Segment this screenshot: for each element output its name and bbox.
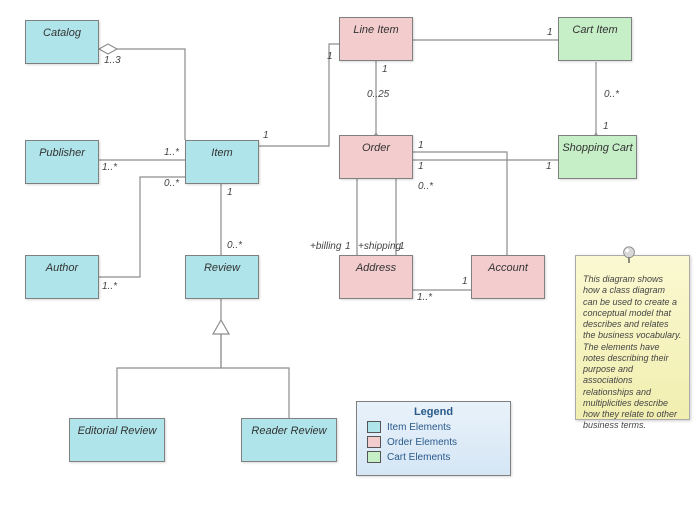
class-label: Shopping Cart — [562, 142, 632, 154]
mult-author: 1..* — [102, 281, 117, 292]
class-label: Order — [362, 142, 390, 154]
mult-order-lineitem: 1 — [382, 64, 388, 75]
mult-item-review-top: 1 — [227, 187, 233, 198]
class-label: Author — [46, 262, 78, 274]
mult-item-review-bottom: 0..* — [227, 240, 242, 251]
mult-item-lineitem-left: 1 — [263, 130, 269, 141]
class-label: Account — [488, 262, 528, 274]
mult-order-billing: 1 — [345, 241, 351, 252]
mult-order-account-left: 1 — [418, 140, 424, 151]
legend-row-order: Order Elements — [357, 436, 510, 448]
class-reader-review[interactable]: Reader Review — [241, 418, 337, 462]
class-account[interactable]: Account — [471, 255, 545, 299]
mult-order-cart-left: 1 — [418, 161, 424, 172]
class-label: Editorial Review — [78, 425, 157, 437]
class-author[interactable]: Author — [25, 255, 99, 299]
mult-catalog-item: 1..3 — [104, 55, 121, 66]
note-sticky[interactable]: This diagram shows how a class diagram c… — [575, 255, 690, 420]
legend-label: Cart Elements — [387, 452, 450, 463]
class-line-item[interactable]: Line Item — [339, 17, 413, 61]
class-editorial-review[interactable]: Editorial Review — [69, 418, 165, 462]
mult-lineitem-order: 0..25 — [367, 89, 389, 100]
mult-order-cart-right: 1 — [546, 161, 552, 172]
class-label: Line Item — [353, 24, 398, 36]
legend-swatch-order — [367, 436, 381, 448]
class-order[interactable]: Order — [339, 135, 413, 179]
legend-swatch-item — [367, 421, 381, 433]
class-label: Cart Item — [572, 24, 617, 36]
mult-lineitem-item-right: 1 — [327, 51, 333, 62]
class-label: Reader Review — [251, 425, 326, 437]
class-item[interactable]: Item — [185, 140, 259, 184]
mult-item-author: 0..* — [164, 178, 179, 189]
class-label: Publisher — [39, 147, 85, 159]
mult-publisher: 1..* — [102, 162, 117, 173]
legend-label: Order Elements — [387, 437, 457, 448]
legend-label: Item Elements — [387, 422, 451, 433]
mult-item-publisher: 1..* — [164, 147, 179, 158]
note-text: This diagram shows how a class diagram c… — [583, 274, 681, 430]
legend-box: Legend Item Elements Order Elements Cart… — [356, 401, 511, 476]
class-publisher[interactable]: Publisher — [25, 140, 99, 184]
role-shipping: +shipping — [358, 241, 401, 252]
class-label: Catalog — [43, 27, 81, 39]
class-shopping-cart[interactable]: Shopping Cart — [558, 135, 637, 179]
mult-order-account-right: 0..* — [418, 181, 433, 192]
mult-account-address-top: 1 — [462, 276, 468, 287]
class-catalog[interactable]: Catalog — [25, 20, 99, 64]
class-label: Review — [204, 262, 240, 274]
class-label: Item — [211, 147, 232, 159]
class-label: Address — [356, 262, 396, 274]
class-review[interactable]: Review — [185, 255, 259, 299]
mult-cartitem-cart-bottom: 1 — [603, 121, 609, 132]
class-cart-item[interactable]: Cart Item — [558, 17, 632, 61]
pin-icon — [620, 245, 638, 263]
class-address[interactable]: Address — [339, 255, 413, 299]
legend-title: Legend — [357, 402, 510, 418]
role-billing: +billing — [310, 241, 341, 252]
legend-swatch-cart — [367, 451, 381, 463]
legend-row-item: Item Elements — [357, 421, 510, 433]
mult-cartitem-item: 1 — [547, 27, 553, 38]
mult-account-address-bottom: 1..* — [417, 292, 432, 303]
legend-row-cart: Cart Elements — [357, 451, 510, 463]
mult-cartitem-cart-top: 0..* — [604, 89, 619, 100]
